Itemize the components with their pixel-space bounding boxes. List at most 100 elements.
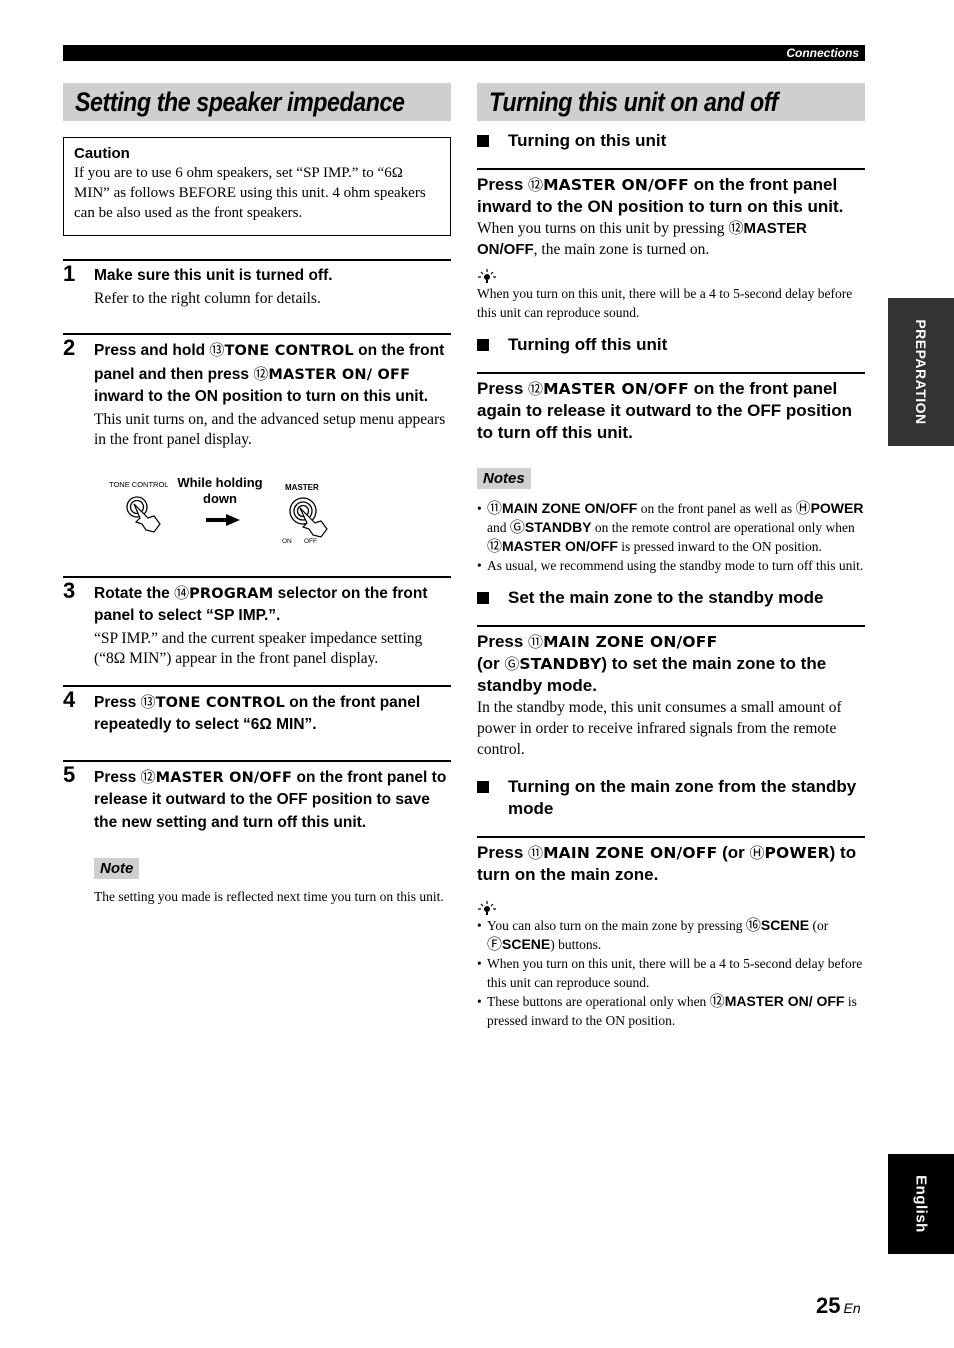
notes-block: Notes ⑪MAIN ZONE ON/OFF on the front pan… xyxy=(477,468,865,575)
square-bullet-icon xyxy=(477,592,489,604)
circled-number-icon: ⑫ xyxy=(140,767,156,786)
illustration: TONE CONTROL While holding down MASTER O… xyxy=(94,470,451,552)
caution-heading: Caution xyxy=(74,145,130,162)
circled-number-icon: ⑪ xyxy=(487,499,503,517)
list-item: ⑪MAIN ZONE ON/OFF on the front panel as … xyxy=(477,499,865,556)
hints-list: You can also turn on the main zone by pr… xyxy=(477,916,865,1030)
note-text: The setting you made is reflected next t… xyxy=(94,889,444,904)
circled-number-icon: ⑭ xyxy=(174,583,190,602)
key-label: MASTER ON/ OFF xyxy=(268,366,411,383)
key-label: POWER xyxy=(764,844,830,862)
text: You can also turn on the main zone by pr… xyxy=(487,918,746,933)
circled-letter-icon: Ⓖ xyxy=(509,518,525,536)
hint-text: When you turn on this unit, there will b… xyxy=(477,286,853,320)
text: , the main zone is turned on. xyxy=(533,241,710,258)
text: Press xyxy=(477,379,529,398)
subheading-standby: Set the main zone to the standby mode xyxy=(477,587,865,609)
hint-lightbulb-icon xyxy=(478,269,496,283)
circled-number-icon: ⑪ xyxy=(528,633,544,651)
key-label: SCENE xyxy=(502,936,551,952)
text: is pressed inward to the ON position. xyxy=(617,539,822,554)
text: Press and hold xyxy=(94,342,210,359)
circled-number-icon: ⑫ xyxy=(487,537,503,555)
circled-number-icon: ⑫ xyxy=(253,364,269,383)
step-5: 5 Press ⑫MASTER ON/OFF on the front pane… xyxy=(63,759,451,907)
tone-control-label: TONE CONTROL xyxy=(109,479,169,489)
key-label: MASTER ON/ OFF xyxy=(724,993,845,1009)
caution-text: If you are to use 6 ohm speakers, set “S… xyxy=(74,165,426,221)
list-item: You can also turn on the main zone by pr… xyxy=(477,916,865,954)
square-bullet-icon xyxy=(477,781,489,793)
key-label: SCENE xyxy=(760,917,810,933)
text: Press xyxy=(477,843,529,862)
text: Press xyxy=(477,175,529,194)
circled-letter-icon: Ⓗ xyxy=(795,499,811,517)
key-label: POWER xyxy=(810,500,864,516)
subheading-text: Turning on the main zone from the standb… xyxy=(508,777,857,818)
section-title-text: Setting the speaker impedance xyxy=(75,87,405,117)
step-number: 5 xyxy=(63,761,76,787)
step-number: 1 xyxy=(63,261,76,286)
circled-number-icon: ⑬ xyxy=(209,341,225,359)
note-block: Note The setting you made is reflected n… xyxy=(94,858,451,906)
page-suffix: En xyxy=(843,1300,861,1316)
text: Rotate the xyxy=(94,584,175,602)
step-3: 3 Rotate the ⑭PROGRAM selector on the fr… xyxy=(63,575,451,678)
step-description: Refer to the right column for details. xyxy=(94,289,321,307)
key-label: STANDBY xyxy=(519,655,602,673)
key-label: MAIN ZONE ON/OFF xyxy=(543,633,718,651)
step-2: 2 Press and hold ⑬TONE CONTROL on the fr… xyxy=(63,333,451,552)
arrow-right-icon xyxy=(206,513,240,526)
step-instruction: Press and hold ⑬TONE CONTROL on the fron… xyxy=(94,339,451,409)
header-bar: Connections xyxy=(63,45,865,61)
description-turn-on: When you turns on this unit by pressing … xyxy=(477,218,865,260)
key-label: MASTER ON/OFF xyxy=(502,538,618,554)
circled-letter-icon: Ⓖ xyxy=(504,655,520,673)
text: Press xyxy=(94,768,141,786)
switch-on-label: ON xyxy=(282,537,292,545)
subheading-turning-on: Turning on this unit xyxy=(477,130,865,152)
divider xyxy=(477,625,865,627)
key-label: MAIN ZONE ON/OFF xyxy=(502,500,638,516)
step-instruction: Rotate the ⑭PROGRAM selector on the fron… xyxy=(94,582,451,628)
key-label: MAIN ZONE ON/OFF xyxy=(543,844,718,862)
circled-number-icon: ⑬ xyxy=(140,692,156,711)
instruction-from-standby: Press ⑪MAIN ZONE ON/OFF (or ⒽPOWER) to t… xyxy=(477,842,865,886)
instruction-turn-off: Press ⑫MASTER ON/OFF on the front panel … xyxy=(477,378,865,444)
key-label: MASTER ON/OFF xyxy=(543,176,689,194)
subheading-turning-off: Turning off this unit xyxy=(477,334,865,356)
key-label: PROGRAM xyxy=(189,585,274,602)
step-instruction: Press ⑬TONE CONTROL on the front panel r… xyxy=(94,691,451,737)
left-column: Caution If you are to use 6 ohm speakers… xyxy=(63,137,451,906)
page-number: 25 En xyxy=(816,1293,861,1319)
circled-number-icon: ⑫ xyxy=(709,992,725,1010)
text: and xyxy=(487,520,510,535)
circled-number-icon: ⑯ xyxy=(745,916,761,934)
subheading-from-standby: Turning on the main zone from the standb… xyxy=(477,776,865,820)
list-item: As usual, we recommend using the standby… xyxy=(477,556,865,575)
section-title-left: Setting the speaker impedance xyxy=(63,83,451,121)
list-item: When you turn on this unit, there will b… xyxy=(477,954,865,992)
notes-list: ⑪MAIN ZONE ON/OFF on the front panel as … xyxy=(477,499,865,575)
text: on the front panel as well as xyxy=(637,501,796,516)
step-number: 3 xyxy=(63,577,76,603)
section-title-right: Turning this unit on and off xyxy=(477,83,865,121)
subheading-text: Turning off this unit xyxy=(508,335,668,354)
side-tab-label: PREPARATION xyxy=(913,319,929,425)
circled-number-icon: ⑫ xyxy=(728,219,744,237)
divider xyxy=(477,168,865,170)
circled-number-icon: ⑫ xyxy=(528,176,544,194)
divider xyxy=(477,836,865,838)
description-standby: In the standby mode, this unit consumes … xyxy=(477,699,842,758)
text: (or xyxy=(477,654,505,673)
text: Press xyxy=(477,632,529,651)
master-button-icon xyxy=(289,496,328,538)
circled-letter-icon: Ⓕ xyxy=(487,935,503,953)
side-tab-preparation[interactable]: PREPARATION xyxy=(888,298,954,446)
side-tab-language[interactable]: English xyxy=(888,1154,954,1254)
hint-lightbulb-icon xyxy=(478,901,496,915)
page-number-value: 25 xyxy=(816,1293,841,1318)
master-label: MASTER xyxy=(285,482,319,492)
text: (or xyxy=(809,918,829,933)
side-tab-label: English xyxy=(912,1175,930,1233)
